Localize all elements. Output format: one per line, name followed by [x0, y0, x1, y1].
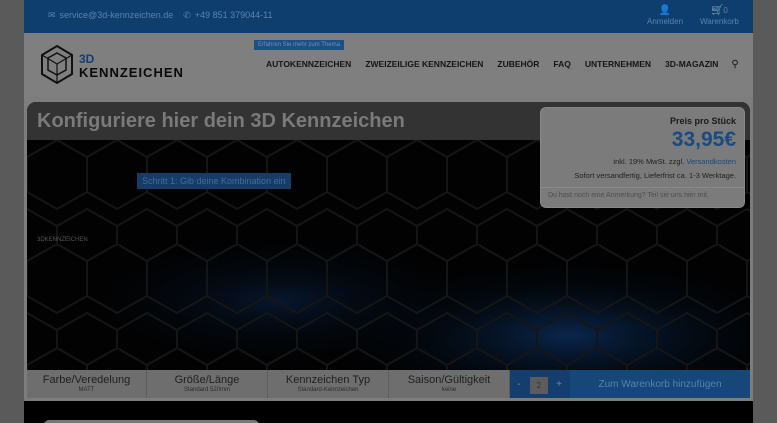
config-subtitle: keine — [441, 387, 457, 393]
config-plate-type[interactable]: Kennzeichen Typ Standard-Kennzeichen — [268, 370, 389, 398]
config-subtitle: Standard-Kennzeichen — [297, 387, 359, 393]
tax-text: inkl. 19% MwSt. zzgl. — [613, 157, 685, 166]
nav-item-zubehoer[interactable]: ZUBEHÖR — [490, 59, 546, 70]
mail-icon: ✉ — [48, 10, 56, 20]
remark-link[interactable]: Du hast noch eine Anmerkung? Teil sie un… — [541, 187, 744, 199]
price-value: 33,95€ — [671, 128, 736, 151]
hero-title: Konfiguriere hier dein 3D Kennzeichen — [37, 110, 405, 132]
phone-link[interactable]: ✆ +49 851 379044-11 — [183, 10, 272, 21]
quantity-input[interactable]: 2 — [530, 377, 548, 394]
price-box: Preis pro Stück 33,95€ inkl. 19% MwSt. z… — [540, 107, 745, 208]
email-text: service@3d-kennzeichen.de — [59, 10, 174, 20]
shipping-cost-link[interactable]: Versandkosten — [686, 157, 736, 166]
nav-item-zweizeilige[interactable]: ZWEIZEILIGE KENNZEICHEN — [358, 59, 490, 70]
logo-text: 3D KENNZEICHEN — [79, 53, 184, 80]
search-icon[interactable]: ⚲ — [725, 59, 738, 70]
config-title: Kennzeichen Typ — [285, 374, 371, 386]
increase-button[interactable]: + — [550, 370, 568, 398]
tax-info: inkl. 19% MwSt. zzgl. Versandkosten — [613, 157, 736, 166]
cart-count: 0 — [723, 6, 728, 15]
decrease-button[interactable]: - — [510, 370, 528, 398]
phone-icon: ✆ — [183, 10, 191, 20]
login-label: Anmelden — [647, 17, 684, 26]
contact-info: ✉ service@3d-kennzeichen.de ✆ +49 851 3790… — [48, 10, 272, 21]
footer-strip — [24, 401, 753, 423]
top-bar: ✉ service@3d-kennzeichen.de ✆ +49 851 3790… — [24, 0, 753, 33]
config-title: Farbe/Veredelung — [42, 374, 131, 386]
config-title: Größe/Länge — [174, 374, 240, 386]
login-button[interactable]: 👤 Anmelden — [647, 5, 683, 27]
cart-link[interactable]: 🛒0 Warenkorb — [700, 5, 739, 27]
quantity-stepper: - 2 + — [510, 370, 570, 398]
logo[interactable]: 3D KENNZEICHEN — [39, 43, 183, 87]
nav-item-faq[interactable]: FAQ — [546, 59, 577, 70]
step-label: Schritt 1: Gib deine Kombination ein — [137, 173, 291, 189]
cart-label: Warenkorb — [700, 17, 739, 26]
price-label: Preis pro Stück — [669, 116, 736, 126]
nav-item-unternehmen[interactable]: UNTERNEHMEN — [578, 59, 658, 70]
config-subtitle: Standard 520mm — [183, 387, 231, 393]
config-subtitle: MATT — [78, 387, 95, 393]
email-link[interactable]: ✉ service@3d-kennzeichen.de — [48, 10, 173, 21]
logo-hexagon-icon — [41, 44, 73, 85]
small-watermark-logo: 3DKENNZEICHEN — [37, 237, 88, 243]
nav-item-autokennzeichen[interactable]: AUTOKENNZEICHEN — [259, 59, 358, 70]
shipping-info: Sofort versandfertig, Lieferfrist ca. 1-… — [574, 171, 736, 180]
header: 3D KENNZEICHEN Erfahren Sie mehr zum The… — [24, 33, 753, 97]
nav-item-magazin[interactable]: 3D-MAGAZIN — [658, 59, 725, 70]
main-nav: AUTOKENNZEICHEN ZWEIZEILIGE KENNZEICHEN … — [259, 59, 739, 70]
add-to-cart-button[interactable]: Zum Warenkorb hinzufügen — [570, 370, 750, 398]
cart-icon: 🛒0 — [710, 5, 728, 16]
page: ✉ service@3d-kennzeichen.de ✆ +49 851 3790… — [24, 0, 753, 423]
info-badge[interactable]: Erfahren Sie mehr zum Thema — [254, 40, 344, 50]
config-color-finish[interactable]: Farbe/Veredelung MATT — [27, 370, 147, 398]
phone-text: +49 851 379044-11 — [194, 10, 273, 20]
logo-line2: KENNZEICHEN — [79, 65, 184, 80]
config-season[interactable]: Saison/Gültigkeit keine — [389, 370, 510, 398]
config-bar: Farbe/Veredelung MATT Größe/Länge Standa… — [27, 370, 750, 398]
config-size[interactable]: Größe/Länge Standard 520mm — [147, 370, 268, 398]
config-title: Saison/Gültigkeit — [407, 374, 491, 386]
configurator-hero: Konfiguriere hier dein 3D Kennzeichen Sc… — [27, 102, 750, 398]
user-icon: 👤 — [658, 5, 672, 16]
